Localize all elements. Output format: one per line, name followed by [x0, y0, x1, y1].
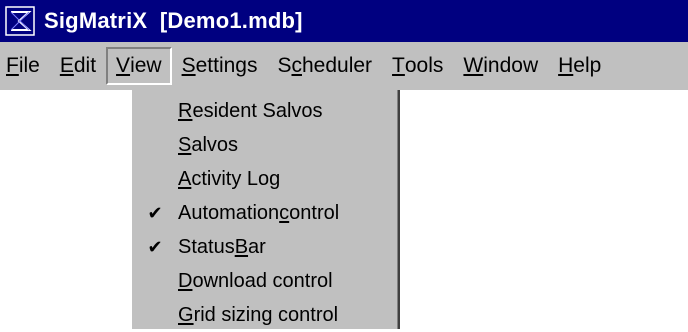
view-menu-item-label: Automation control [178, 201, 340, 224]
menu-edit-label: Edit [59, 54, 97, 77]
menu-tools[interactable]: Tools [382, 47, 453, 85]
menu-help-label: Help [558, 54, 602, 77]
menu-bar: File Edit View Settings Scheduler Tools … [0, 42, 688, 90]
menu-scheduler-label: Scheduler [277, 54, 373, 77]
checkmark-icon: ✔ [147, 202, 163, 224]
menu-tools-label: Tools [392, 54, 444, 77]
menu-file[interactable]: File [0, 47, 50, 85]
view-menu-dropdown: Resident Salvos Salvos Activity Log ✔ Au… [130, 90, 400, 329]
view-menu-item-label: Grid sizing control [178, 303, 339, 326]
menu-scheduler[interactable]: Scheduler [267, 47, 382, 85]
menu-window[interactable]: Window [453, 47, 548, 85]
menu-settings[interactable]: Settings [172, 47, 268, 85]
view-menu-item-salvos[interactable]: Salvos [132, 128, 398, 162]
view-menu-item-grid-sizing-control[interactable]: Grid sizing control [132, 298, 398, 332]
view-menu-item-resident-salvos[interactable]: Resident Salvos [132, 94, 398, 128]
view-menu-item-label: Salvos [178, 133, 239, 156]
view-menu-item-label: Download control [178, 269, 333, 292]
menu-view[interactable]: View [106, 47, 172, 85]
menu-help[interactable]: Help [548, 47, 611, 85]
view-menu-item-label: Activity Log [178, 167, 281, 190]
checkmark-icon: ✔ [147, 236, 163, 258]
menu-settings-label: Settings [181, 54, 258, 77]
view-menu-item-status-bar[interactable]: ✔ Status Bar [132, 230, 398, 264]
window-title: SigMatriX [Demo1.mdb] [44, 8, 303, 33]
menu-window-label: Window [463, 54, 539, 77]
view-menu-item-label: Resident Salvos [178, 99, 323, 122]
menu-edit[interactable]: Edit [50, 47, 106, 85]
menu-file-label: File [6, 54, 40, 77]
title-bar[interactable]: SigMatriX [Demo1.mdb] [0, 0, 688, 42]
view-menu-item-activity-log[interactable]: Activity Log [132, 162, 398, 196]
view-menu-item-label: Status Bar [178, 235, 266, 258]
menu-view-label: View [116, 54, 162, 77]
view-menu-item-download-control[interactable]: Download control [132, 264, 398, 298]
sigmatrix-logo-icon [4, 5, 36, 37]
view-menu-item-automation-control[interactable]: ✔ Automation control [132, 196, 398, 230]
